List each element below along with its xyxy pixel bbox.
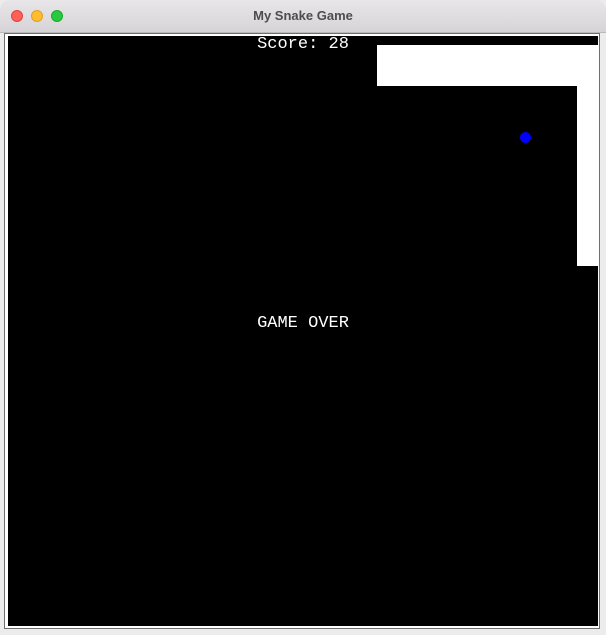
snake-segment-top	[377, 45, 598, 86]
app-window: My Snake Game Score: 28 GAME OVER	[0, 0, 606, 635]
game-canvas[interactable]: Score: 28 GAME OVER	[8, 36, 598, 626]
snake-segment-right	[577, 45, 598, 266]
title-bar[interactable]: My Snake Game	[0, 0, 606, 33]
food-pellet	[520, 132, 531, 143]
game-over-label: GAME OVER	[257, 314, 349, 333]
window-title: My Snake Game	[253, 8, 353, 23]
